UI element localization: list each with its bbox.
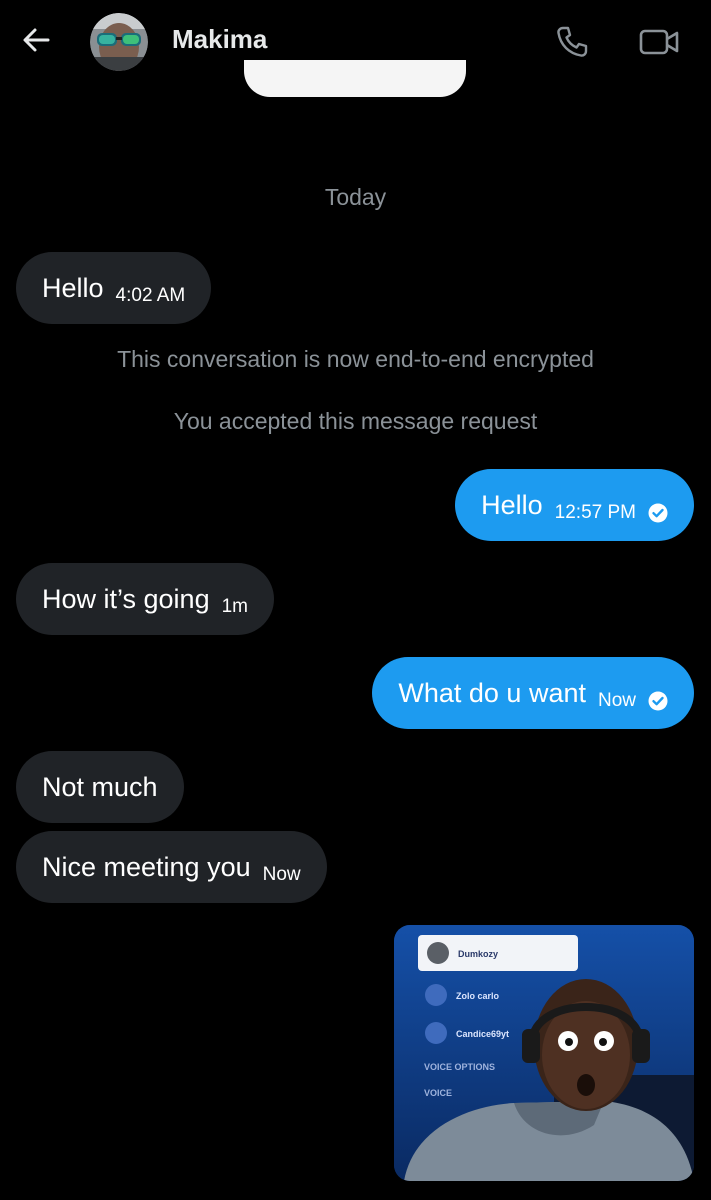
message-time: Now <box>597 690 636 711</box>
message-bubble-incoming[interactable]: Nice meeting you Now <box>16 831 327 903</box>
message-time: 12:57 PM <box>554 502 636 523</box>
arrow-left-icon <box>23 28 50 52</box>
seen-check-icon <box>648 503 668 523</box>
message-bubble-outgoing[interactable]: What do u want Now <box>372 657 694 729</box>
date-separator: Today <box>324 184 387 210</box>
contact-name[interactable]: Makima <box>172 24 267 55</box>
call-button[interactable] <box>552 22 592 62</box>
back-button[interactable] <box>16 20 56 60</box>
gif-overlay-user-3: Candice69yt <box>456 1029 509 1039</box>
gif-overlay-user-1: Dumkozy <box>458 949 498 959</box>
message-text: What do u want <box>398 677 586 708</box>
gif-overlay-section: VOICE OPTIONS <box>424 1062 495 1072</box>
message-time: 4:02 AM <box>115 285 186 306</box>
message-text: How it’s going <box>42 583 210 614</box>
message-bubble-incoming[interactable]: How it’s going 1m <box>16 563 274 635</box>
encryption-notice: This conversation is now end-to-end encr… <box>117 346 594 372</box>
message-bubble-incoming[interactable]: Not much <box>16 751 184 823</box>
gif-overlay-user-2: Zolo carlo <box>456 991 500 1001</box>
gif-overlay-section-2: VOICE <box>424 1088 452 1098</box>
seen-check-icon <box>648 691 668 711</box>
avatar-image <box>90 13 148 71</box>
gif-attachment[interactable]: Dumkozy Zolo carlo Candice69yt VOICE OPT… <box>394 925 694 1181</box>
message-text: Not much <box>42 771 158 802</box>
request-accepted-notice: You accepted this message request <box>173 408 538 434</box>
message-time: Now <box>262 864 301 885</box>
message-text: Hello <box>481 489 543 520</box>
message-text: Hello <box>42 272 104 303</box>
message-bubble-incoming[interactable]: Hello 4:02 AM <box>16 252 212 324</box>
video-call-button[interactable] <box>636 22 682 62</box>
avatar[interactable] <box>90 13 148 71</box>
video-camera-icon <box>639 29 679 55</box>
phone-icon <box>557 26 588 57</box>
previous-media-card[interactable] <box>244 60 466 97</box>
message-time: 1m <box>221 596 248 617</box>
message-text: Nice meeting you <box>42 851 251 882</box>
message-bubble-outgoing[interactable]: Hello 12:57 PM <box>455 469 694 541</box>
gif-image: Dumkozy Zolo carlo Candice69yt VOICE OPT… <box>394 925 694 1181</box>
